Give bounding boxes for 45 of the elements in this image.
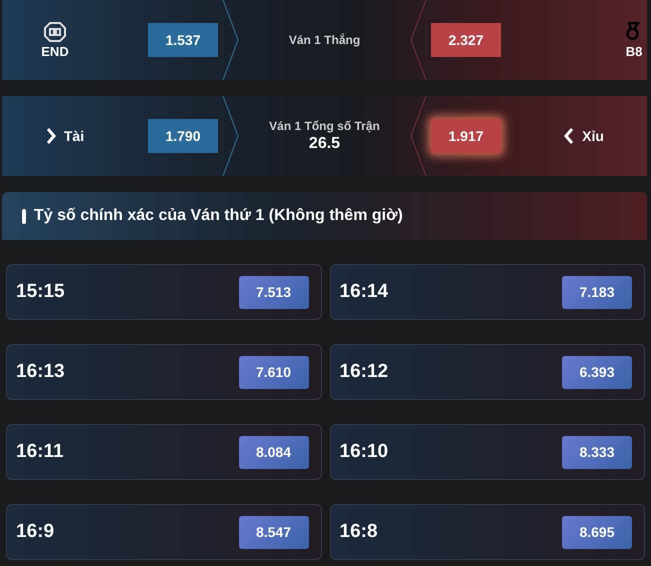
under-label: Xỉu <box>582 128 604 144</box>
odds-button[interactable]: 8.084 <box>238 436 308 468</box>
chevron-right-icon <box>46 128 56 144</box>
team-name: B8 <box>626 44 642 58</box>
odds-button[interactable]: 8.695 <box>562 516 632 548</box>
odds-button[interactable]: 1.790 <box>148 119 218 153</box>
score-card[interactable]: 16:14 7.183 <box>330 264 645 320</box>
section-title: Tỷ số chính xác của Ván thứ 1 (Không thêm giờ) <box>34 207 403 225</box>
odds-button[interactable]: 7.513 <box>238 276 308 308</box>
market-line: 26.5 <box>308 135 340 153</box>
odds-button[interactable]: 6.393 <box>562 356 632 388</box>
over-label: Tài <box>64 128 84 144</box>
market-title: Ván 1 Tổng số Trận <box>269 119 380 133</box>
chevron-left-icon <box>564 128 574 144</box>
score-card[interactable]: 16:11 8.084 <box>6 424 322 480</box>
score-label: 16:13 <box>16 361 65 383</box>
score-card[interactable]: 16:10 8.333 <box>330 424 645 480</box>
chevron-divider-icon <box>409 0 427 80</box>
odds-button[interactable]: 2.327 <box>431 23 501 57</box>
team-name: END <box>41 44 69 58</box>
score-label: 16:14 <box>340 281 388 303</box>
odds-button[interactable]: 1.917 <box>431 119 501 153</box>
odds-button[interactable]: 8.333 <box>562 436 632 468</box>
score-card[interactable]: 16:12 6.393 <box>330 344 645 400</box>
market-title: Ván 1 Thắng <box>288 33 360 47</box>
score-card[interactable]: 16:13 7.610 <box>6 344 322 400</box>
score-label: 16:10 <box>340 441 388 463</box>
score-label: 16:8 <box>340 521 378 543</box>
score-card[interactable]: 16:9 8.547 <box>6 504 322 560</box>
chevron-divider-icon <box>222 96 240 176</box>
score-label: 15:15 <box>16 281 65 303</box>
score-label: 16:11 <box>16 441 64 463</box>
score-label: 16:9 <box>16 521 54 543</box>
chevron-divider-icon <box>409 96 427 176</box>
chevron-divider-icon <box>222 0 240 80</box>
accent-bar <box>22 208 26 224</box>
odds-button[interactable]: 1.537 <box>148 23 218 57</box>
score-card[interactable]: 15:15 7.513 <box>6 264 322 320</box>
score-card[interactable]: 16:8 8.695 <box>330 504 645 560</box>
odds-button[interactable]: 8.547 <box>238 516 308 548</box>
score-label: 16:12 <box>340 361 388 383</box>
team-logo-icon <box>44 22 66 42</box>
team-logo-icon <box>626 22 642 42</box>
odds-button[interactable]: 7.183 <box>562 276 632 308</box>
odds-button[interactable]: 7.610 <box>238 356 308 388</box>
